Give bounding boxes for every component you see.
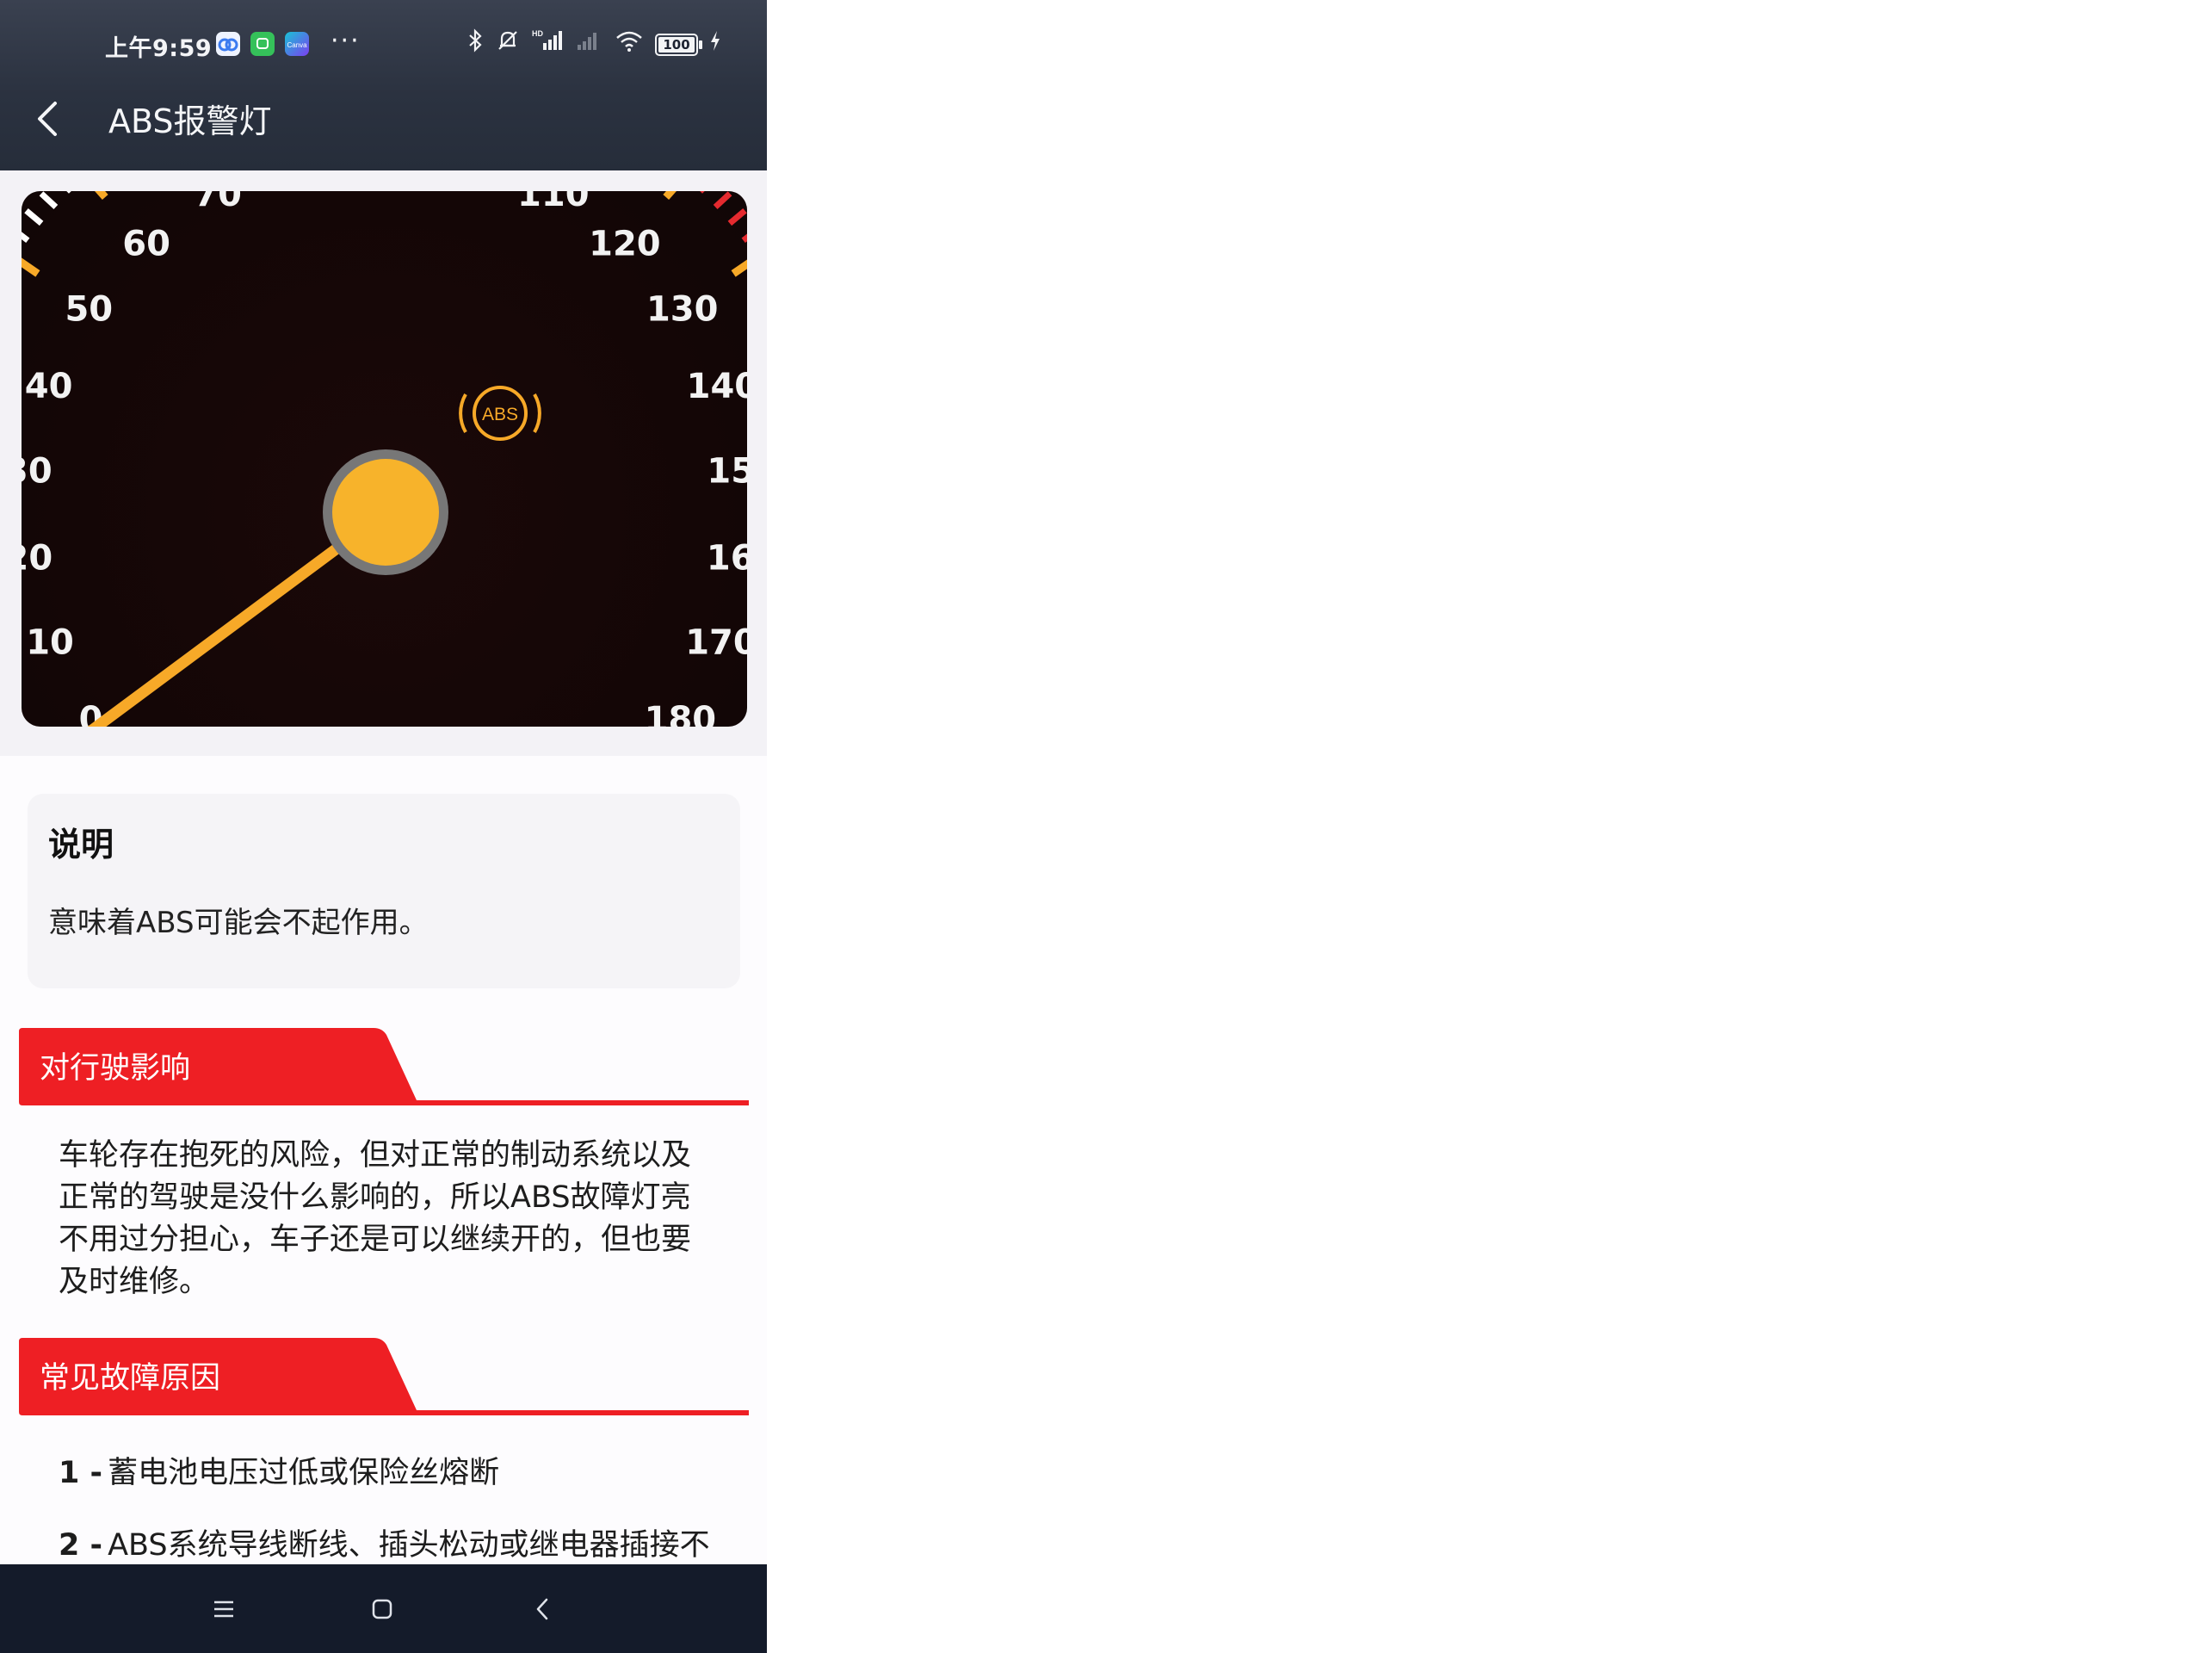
- menu-icon: [214, 1600, 233, 1617]
- speed-label: 50: [65, 290, 113, 330]
- cause-item: 2 - ABS系统导线断线、插头松动或继电器插接不: [59, 1520, 710, 1564]
- speed-label: 180: [645, 700, 717, 727]
- speed-label: 140: [687, 367, 747, 406]
- svg-text:Canva: Canva: [287, 41, 307, 49]
- speed-label: 150: [707, 451, 747, 491]
- impact-heading: 对行驶影响: [40, 1051, 191, 1086]
- charging-icon: [708, 28, 722, 62]
- status-icons: HD 100: [467, 28, 722, 62]
- app-screen: 上午9:59 Canva ··· HD 100 ABS报警灯 0 10 0 0 …: [0, 0, 767, 1653]
- speed-label: 60: [122, 225, 170, 264]
- more-notifications-icon: ···: [331, 26, 361, 56]
- page-title: ABS报警灯: [108, 102, 272, 140]
- back-arrow-icon: [536, 1598, 548, 1619]
- description-card: 说明 意味着ABS可能会不起作用。: [28, 794, 740, 988]
- speed-label: 20: [22, 539, 53, 579]
- system-nav-bar: [0, 1564, 767, 1653]
- wechat-icon: [250, 32, 275, 56]
- menu-button[interactable]: [172, 1564, 275, 1653]
- description-title: 说明: [48, 826, 114, 864]
- speed-label: 30: [22, 451, 53, 491]
- hd-signal-icon: HD: [531, 28, 564, 62]
- speed-label: 130: [646, 290, 719, 330]
- speed-label: 40: [25, 367, 73, 406]
- top-bar: 上午9:59 Canva ··· HD 100 ABS报警灯: [0, 0, 767, 170]
- cause-number: 2 -: [59, 1528, 103, 1563]
- svg-text:HD: HD: [532, 29, 543, 38]
- canva-icon: Canva: [285, 32, 309, 56]
- system-back-button[interactable]: [491, 1564, 595, 1653]
- home-icon: [372, 1599, 392, 1619]
- battery-icon: 100: [655, 34, 702, 56]
- speed-label: 120: [589, 225, 661, 264]
- speed-label: 70: [194, 191, 242, 214]
- causes-heading: 常见故障原因: [40, 1361, 221, 1396]
- home-button[interactable]: [331, 1564, 434, 1653]
- cause-text: 蓄电池电压过低或保险丝熔断: [108, 1456, 500, 1490]
- impact-text: 车轮存在抱死的风险，但对正常的制动系统以及 正常的驾驶是没什么影响的，所以ABS…: [59, 1135, 730, 1303]
- impact-section-header: 对行驶影响: [19, 1028, 752, 1111]
- impact-line: 正常的驾驶是没什么影响的，所以ABS故障灯亮: [59, 1180, 691, 1215]
- causes-section-header: 常见故障原因: [19, 1338, 752, 1421]
- needle-hub: [332, 459, 439, 566]
- back-button[interactable]: [26, 93, 74, 145]
- mute-icon: [495, 28, 521, 62]
- impact-line: 及时维修。: [59, 1265, 210, 1299]
- wifi-icon: [614, 28, 645, 62]
- cause-item: 1 - 蓄电池电压过低或保险丝熔断: [59, 1448, 499, 1492]
- baidu-netdisk-icon: [216, 32, 240, 56]
- abs-symbol-text: ABS: [482, 405, 518, 424]
- speed-label: 160: [707, 539, 747, 579]
- impact-line: 车轮存在抱死的风险，但对正常的制动系统以及: [59, 1138, 692, 1173]
- impact-line: 不用过分担心，车子还是可以继续开的，但也要: [59, 1223, 692, 1257]
- speed-label: 10: [26, 623, 74, 663]
- speed-label: 170: [685, 623, 747, 663]
- cause-text: ABS系统导线断线、插头松动或继电器插接不: [108, 1528, 710, 1563]
- battery-level: 100: [663, 37, 690, 53]
- cause-number: 1 -: [59, 1456, 103, 1490]
- status-time: 上午9:59: [105, 35, 213, 62]
- speedometer-graphic: 0102030405060708090100110120130140150160…: [22, 191, 747, 727]
- signal-icon: [574, 28, 603, 62]
- bluetooth-icon: [467, 28, 485, 62]
- speedometer-image: 0102030405060708090100110120130140150160…: [22, 191, 747, 727]
- speed-label: 110: [517, 191, 590, 214]
- hero-section: 0102030405060708090100110120130140150160…: [0, 170, 767, 756]
- description-text: 意味着ABS可能会不起作用。: [48, 906, 429, 940]
